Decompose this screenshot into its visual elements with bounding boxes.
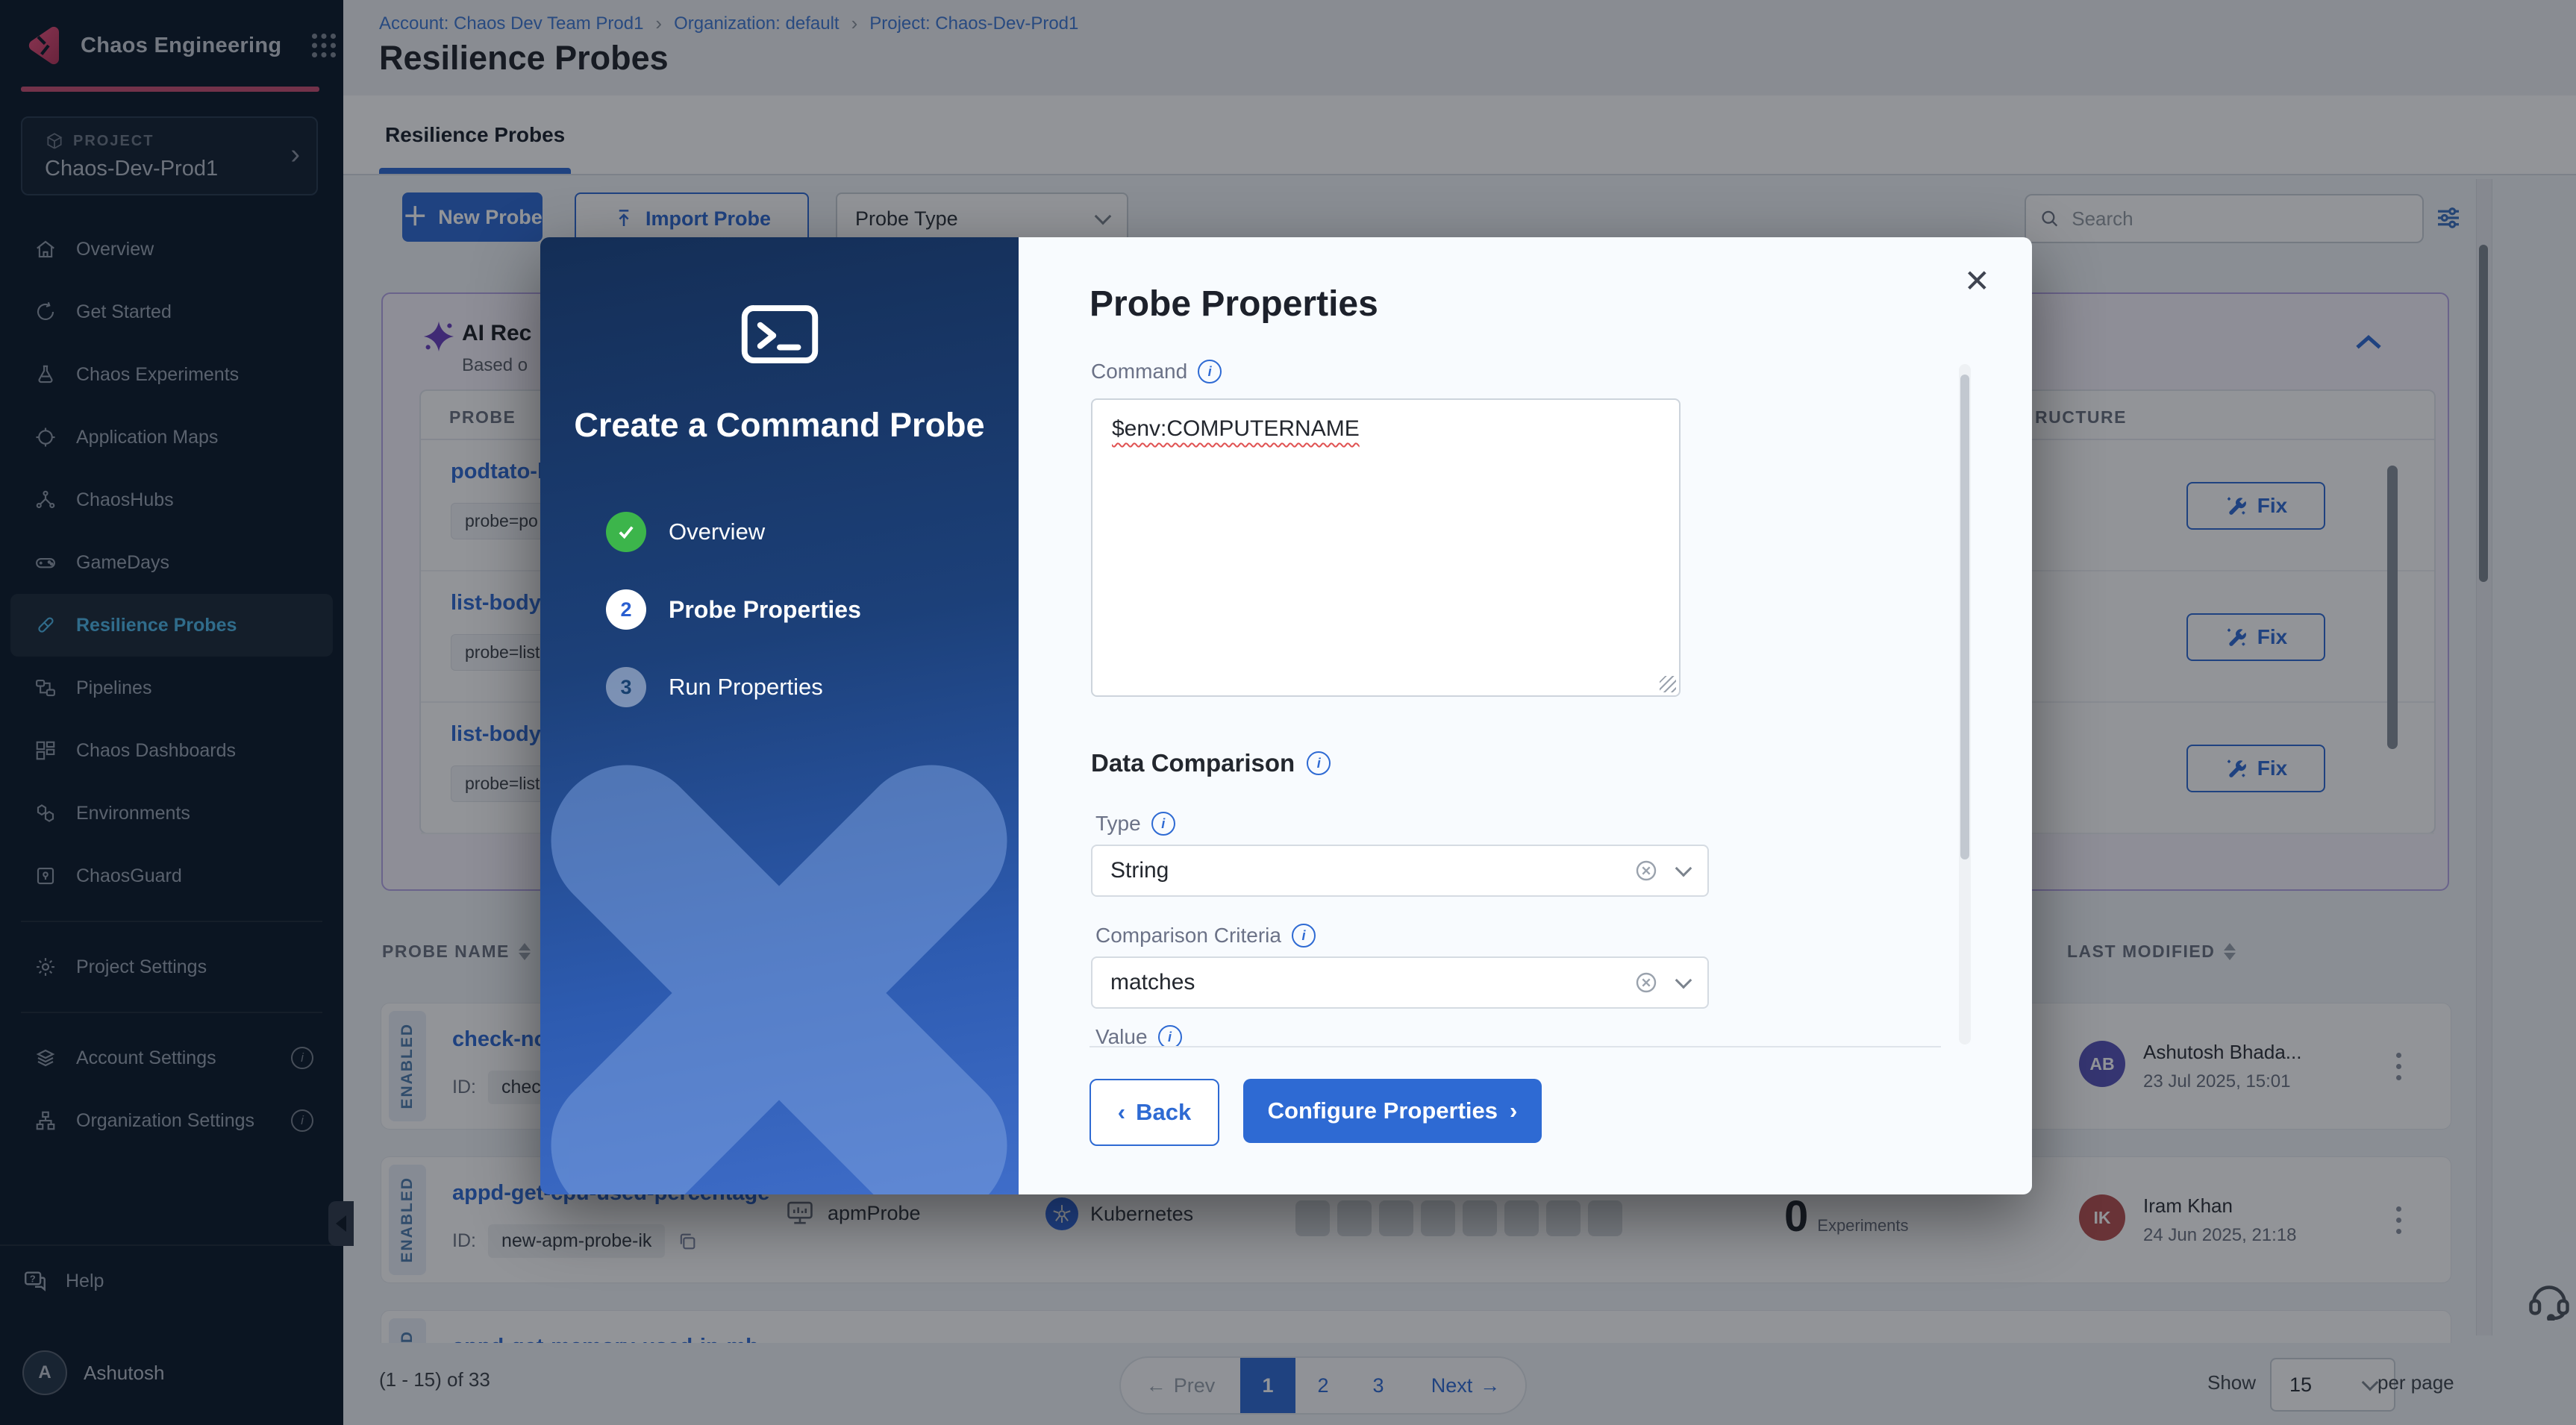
modal-footer: ‹ Back Configure Properties ›	[1090, 1079, 1542, 1146]
resize-handle[interactable]	[1660, 676, 1676, 692]
create-command-probe-modal: Create a Command Probe Overview 2 Probe …	[540, 237, 2032, 1194]
probe-properties-panel: ✕ Probe Properties Commandi $env:COMPUTE…	[1019, 237, 2032, 1194]
step-number: 2	[606, 589, 646, 630]
info-icon[interactable]: i	[1307, 751, 1331, 775]
info-icon[interactable]: i	[1158, 1025, 1182, 1047]
clear-icon[interactable]	[1634, 859, 1658, 883]
app-root: Chaos Engineering PROJECT Chaos-Dev-Prod…	[0, 0, 2576, 1425]
type-value: String	[1110, 858, 1169, 883]
modal-scrollbar[interactable]	[1959, 364, 1971, 1045]
comparison-criteria-select[interactable]: matches	[1091, 956, 1709, 1009]
step-probe-properties[interactable]: 2 Probe Properties	[606, 589, 861, 630]
command-field-label: Commandi	[1091, 360, 1222, 383]
step-label: Run Properties	[669, 674, 823, 701]
chevron-right-icon: ›	[1510, 1097, 1517, 1124]
step-label: Probe Properties	[669, 596, 861, 624]
type-select[interactable]: String	[1091, 845, 1709, 897]
chevron-down-icon	[1675, 972, 1692, 989]
terminal-icon	[738, 298, 822, 370]
info-icon[interactable]: i	[1151, 812, 1175, 836]
modal-scrollbar-thumb[interactable]	[1960, 375, 1969, 859]
modal-title: Probe Properties	[1090, 284, 1378, 325]
close-icon[interactable]: ✕	[1964, 263, 1990, 299]
back-label: Back	[1136, 1099, 1191, 1126]
chevron-down-icon	[1675, 860, 1692, 877]
criteria-field-label: Comparison Criteriai	[1095, 924, 1316, 948]
wizard-steps: Overview 2 Probe Properties 3 Run Proper…	[606, 512, 861, 707]
step-label: Overview	[669, 519, 765, 545]
data-comparison-heading: Data Comparisoni	[1091, 749, 1331, 777]
step-number: 3	[606, 667, 646, 707]
wizard-panel: Create a Command Probe Overview 2 Probe …	[540, 237, 1019, 1194]
clear-icon[interactable]	[1634, 971, 1658, 995]
configure-label: Configure Properties	[1268, 1097, 1498, 1124]
chevron-left-icon: ‹	[1118, 1099, 1125, 1126]
wizard-title: Create a Command Probe	[540, 406, 1019, 445]
harness-watermark	[540, 702, 1019, 1194]
info-icon[interactable]: i	[1198, 360, 1222, 383]
step-overview[interactable]: Overview	[606, 512, 861, 552]
type-field-label: Typei	[1095, 812, 1175, 836]
criteria-value: matches	[1110, 970, 1195, 995]
modal-scroll-area: Commandi $env:COMPUTERNAME Data Comparis…	[1090, 355, 1941, 1047]
back-button[interactable]: ‹ Back	[1090, 1079, 1219, 1146]
info-icon[interactable]: i	[1292, 924, 1316, 948]
step-done-check-icon	[606, 512, 646, 552]
value-field-label: Valuei	[1095, 1025, 1182, 1047]
step-run-properties[interactable]: 3 Run Properties	[606, 667, 861, 707]
configure-properties-button[interactable]: Configure Properties ›	[1243, 1079, 1542, 1143]
command-value: $env:COMPUTERNAME	[1112, 416, 1360, 442]
command-textarea[interactable]: $env:COMPUTERNAME	[1091, 398, 1681, 697]
